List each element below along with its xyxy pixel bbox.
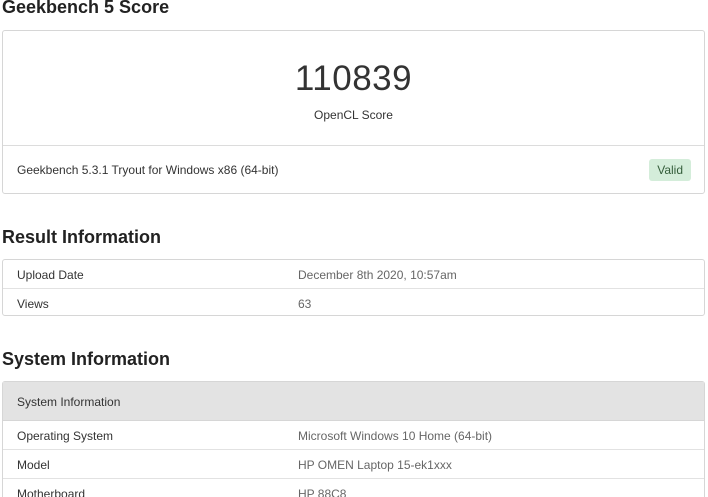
row-key-upload-date: Upload Date [17,268,84,282]
table-row: Views 63 [3,289,704,317]
table-header-label: System Information [17,395,121,409]
valid-status-badge: Valid [649,159,691,181]
result-information-heading: Result Information [2,227,162,247]
table-row: Upload Date December 8th 2020, 10:57am [3,260,704,289]
row-value-views: 63 [298,297,312,311]
page: Geekbench 5 Score 110839 OpenCL Score Ge… [0,0,708,497]
row-key-operating-system: Operating System [17,429,114,443]
opencl-score-label: OpenCL Score [314,108,393,122]
table-row: Model HP OMEN Laptop 15-ek1xxx [3,450,704,479]
row-key-views: Views [17,297,49,311]
row-value-upload-date: December 8th 2020, 10:57am [298,268,457,282]
score-card: 110839 OpenCL Score Geekbench 5.3.1 Tryo… [2,30,705,194]
version-bar: Geekbench 5.3.1 Tryout for Windows x86 (… [3,146,704,194]
table-row: Operating System Microsoft Windows 10 Ho… [3,421,704,450]
system-information-table: System Information Operating System Micr… [2,381,705,497]
table-header: System Information [3,382,704,421]
row-key-model: Model [17,458,50,472]
row-value-motherboard: HP 88C8 [298,487,347,497]
table-row: Motherboard HP 88C8 [3,479,704,497]
version-text: Geekbench 5.3.1 Tryout for Windows x86 (… [17,163,279,177]
row-key-motherboard: Motherboard [17,487,86,497]
opencl-score-value: 110839 [294,59,413,98]
result-information-table: Upload Date December 8th 2020, 10:57am V… [2,259,705,316]
score-panel: 110839 OpenCL Score [3,31,704,146]
row-value-model: HP OMEN Laptop 15-ek1xxx [298,458,452,472]
row-value-operating-system: Microsoft Windows 10 Home (64-bit) [298,429,493,443]
score-heading: Geekbench 5 Score [2,0,170,17]
system-information-heading: System Information [2,349,171,369]
